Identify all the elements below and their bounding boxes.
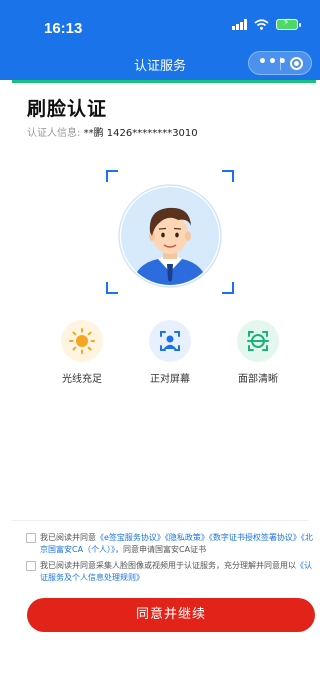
frame-corner (222, 282, 234, 294)
agreement-divider (12, 520, 308, 521)
tip-face-clear-badge (237, 320, 279, 362)
wifi-icon (254, 19, 269, 30)
status-bar: 16:13 ⚡ (0, 0, 320, 44)
agreement-1-suffix: ，同意申请国富安CA证书 (115, 545, 207, 554)
more-icon[interactable]: ••• (258, 54, 288, 70)
face-scan-icon (247, 331, 269, 351)
agreement-1: 我已阅读并同意《e签宝服务协议》《隐私政策》《数字证书授权签署协议》《北京国富安… (26, 532, 316, 556)
tip-lighting-badge (61, 320, 103, 362)
tip-face-screen-badge (149, 320, 191, 362)
battery-icon: ⚡ (276, 18, 301, 30)
tip-lighting: 光线充足 (44, 320, 120, 385)
agreement-2-checkbox[interactable] (26, 561, 36, 571)
mini-program-capsule: ••• (248, 51, 312, 75)
close-circle-icon[interactable] (290, 57, 303, 70)
progress-bar (12, 80, 316, 83)
user-info-label: 认证人信息: (27, 128, 81, 139)
digital-cert-link[interactable]: 《数字证书授权签署协议》 (209, 533, 301, 542)
tip-face-screen-label: 正对屏幕 (150, 374, 190, 385)
capsule-divider (280, 57, 281, 70)
sun-icon (69, 328, 95, 354)
status-time: 16:13 (44, 20, 83, 37)
frame-corner (106, 282, 118, 294)
status-icons: ⚡ (232, 18, 301, 30)
agreement-1-text: 我已阅读并同意《e签宝服务协议》《隐私政策》《数字证书授权签署协议》《北京国富安… (26, 532, 316, 556)
user-info-value: **鹏 1426********3010 (83, 128, 198, 139)
agreement-1-checkbox[interactable] (26, 533, 36, 543)
privacy-policy-link[interactable]: 《隐私政策》 (165, 533, 209, 542)
agreement-2-text: 我已阅读并同意采集人脸图像或视频用于认证服务，充分理解并同意用以《认证服务及个人… (26, 560, 316, 584)
agreement-2: 我已阅读并同意采集人脸图像或视频用于认证服务，充分理解并同意用以《认证服务及个人… (26, 560, 316, 584)
tip-face-clear-label: 面部清晰 (238, 374, 278, 385)
page-title: 刷脸认证 (27, 98, 108, 120)
tip-lighting-label: 光线充足 (62, 374, 102, 385)
avatar (118, 184, 222, 288)
frame-corner (106, 170, 118, 182)
tip-face-screen: 正对屏幕 (132, 320, 208, 385)
agreement-2-prefix: 我已阅读并同意采集人脸图像或视频用于认证服务，充分理解并同意用以 (40, 561, 296, 570)
user-info: 认证人信息: **鹏 1426********3010 (27, 124, 198, 139)
esign-service-link[interactable]: 《e签宝服务协议》 (96, 533, 165, 542)
agree-continue-button[interactable]: 同意并继续 (27, 598, 315, 632)
signal-icon (232, 19, 247, 30)
frame-corner (222, 170, 234, 182)
face-frame-icon (160, 331, 180, 351)
nav-bar: 认证服务 ••• (0, 44, 320, 80)
agreement-1-prefix: 我已阅读并同意 (40, 533, 96, 542)
tip-face-clear: 面部清晰 (220, 320, 296, 385)
